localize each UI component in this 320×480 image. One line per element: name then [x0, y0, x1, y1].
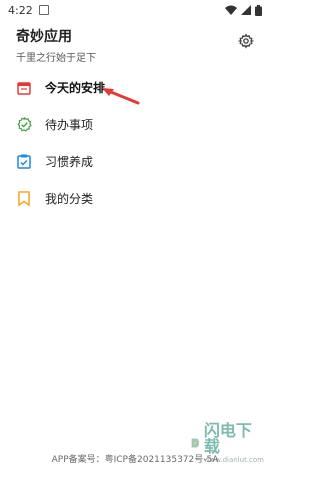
calendar-icon — [16, 80, 32, 96]
watermark-brand: 闪电下载 — [203, 420, 252, 456]
status-bar: 4:22 — [0, 0, 270, 20]
signal-icon — [241, 5, 251, 15]
todo-check-icon — [16, 117, 32, 133]
footer-icp: APP备案号：粤ICP备2021135372号-5A — [51, 455, 219, 465]
menu-label-today: 今天的安排 — [45, 81, 106, 95]
menu-label-todo: 待办事项 — [45, 118, 94, 132]
battery-icon — [255, 4, 262, 16]
menu-item-habit[interactable]: 习惯养成 — [0, 143, 270, 180]
app-header: 奇妙应用 千里之行始于足下 — [16, 26, 96, 64]
habit-clipboard-icon — [16, 154, 32, 170]
app-title: 奇妙应用 — [16, 29, 72, 45]
menu-label-category: 我的分类 — [45, 192, 94, 206]
menu-label-habit: 习惯养成 — [45, 155, 94, 169]
status-time: 4:22 — [8, 3, 33, 17]
status-right — [225, 4, 262, 16]
notification-icon — [38, 5, 49, 15]
gear-icon[interactable] — [238, 33, 254, 49]
annotation-arrow-icon — [102, 88, 140, 105]
wifi-icon — [225, 5, 237, 15]
app-subtitle: 千里之行始于足下 — [16, 53, 96, 64]
menu-item-todo[interactable]: 待办事项 — [0, 106, 270, 143]
bookmark-icon — [16, 191, 32, 207]
status-left: 4:22 — [8, 4, 49, 17]
menu-item-category[interactable]: 我的分类 — [0, 180, 270, 217]
